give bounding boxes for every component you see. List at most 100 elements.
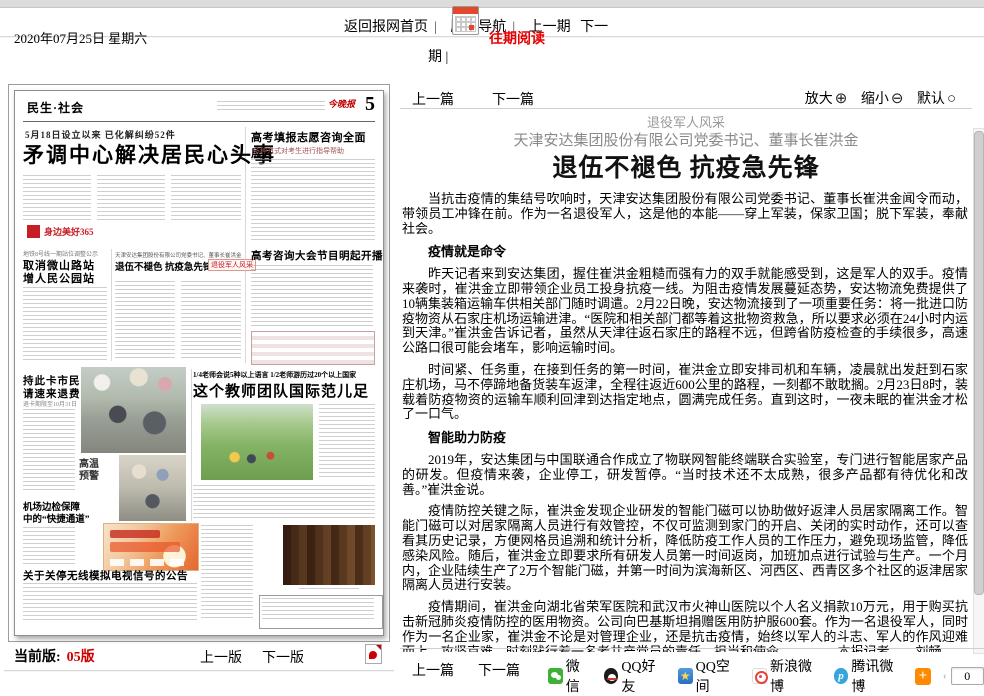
next-page-link[interactable]: 下一版 [262, 647, 304, 667]
current-page-label: 当前版:05版 [14, 646, 95, 666]
badge-red-square-icon [27, 225, 40, 238]
article-paragraph: 2019年，安达集团与中国联通合作成立了物联网智能终端联合实验室，专门进行智能居… [402, 453, 968, 497]
thumb-info-box [259, 595, 383, 629]
article-toolbar-divider [400, 108, 972, 109]
prev-article-link-bottom[interactable]: 上一篇 [412, 660, 454, 680]
home-link[interactable]: 返回报网首页 [344, 20, 428, 35]
article-paragraph: 时间紧、任务重，在接到任务的第一时间，崔洪金立即安排司机和车辆，凌晨就出发赶到石… [402, 363, 968, 422]
article-section-heading: 疫情就是命令 [402, 245, 968, 260]
epaper-screen: 2020年07月25日 星期六 返回报网首页| 版面导航| 上一期 下一 期 |… [0, 0, 984, 684]
thumb-text-block [23, 527, 75, 565]
article-body: 当抗击疫情的集结号吹响时，天津安达集团股份有限公司党委书记、董事长崔洪金闻令而动… [402, 192, 968, 652]
share-label: QQ好友 [621, 656, 666, 696]
thumb-a9-kicker: 1/4老师会说5种以上语言 1/2老师游历过20个以上国家 [193, 370, 377, 380]
share-sina-weibo-button[interactable]: 新浪微博 [752, 656, 821, 696]
zoom-default-icon[interactable]: ○ [947, 91, 956, 107]
bottom-bar-divider [400, 648, 984, 649]
ad-decoration [110, 530, 160, 538]
thumb-masthead-info [217, 101, 325, 110]
share-tencent-weibo-button[interactable]: p 腾讯微博 [834, 656, 903, 696]
zoom-default-button[interactable]: 默认○ [917, 92, 966, 107]
article-paragraph-with-byline: 疫情期间，崔洪金向湖北省荣军医院和武汉市火神山医院以个人名义捐款10万元，用于购… [402, 600, 968, 652]
thumb-text-block [251, 159, 375, 243]
thumb-badge-365: 身边美好365 [27, 225, 94, 238]
zoom-out-button[interactable]: 缩小⊖ [861, 92, 914, 107]
share-more-button[interactable]: + [915, 668, 931, 685]
newspaper-page-thumbnail[interactable]: 民生·社会 今晚报 5 5月18日设立以来 已化解纠纷52件 矛调中心解决居民心… [14, 90, 384, 636]
thumb-text-block [201, 525, 253, 621]
thumb-paper-name: 今晚报 [328, 97, 355, 110]
thumb-a4-subtitle: 天津安达集团股份有限公司党委书记、董事长崔洪金 [115, 251, 243, 259]
article-paragraph: 当抗击疫情的集结号吹响时，天津安达集团股份有限公司党委书记、董事长崔洪金闻令而动… [402, 192, 968, 236]
thumb-photo-bookshelf [283, 525, 375, 585]
next-article-link-bottom[interactable]: 下一篇 [478, 660, 520, 680]
ad-decoration [110, 542, 180, 552]
thumb-text-block [23, 583, 197, 623]
thumb-heat-warning-label: 高温 预警 [79, 459, 99, 483]
thumb-text-block [251, 265, 373, 327]
calendar-icon[interactable] [452, 6, 479, 35]
thumb-text-block [319, 404, 375, 480]
thumb-a3-title-2: 增人民公园站 [23, 270, 95, 286]
next-issue-link-wrapped[interactable]: 期 | [428, 46, 448, 66]
past-issues-link[interactable]: 往期阅读 [489, 28, 545, 48]
thumb-a7-title-2: 中的“快捷通道” [23, 511, 90, 525]
share-wechat-button[interactable]: 微信 [548, 656, 592, 696]
issue-date: 2020年07月25日 星期六 [14, 28, 147, 47]
thumb-text-block [97, 175, 165, 221]
thumb-section-title: 民生·社会 [27, 99, 84, 116]
share-bar: 微信 QQ好友 ★ QQ空间 新浪微博 p 腾讯微博 + ‹ 0 [548, 656, 984, 696]
column-rule [111, 249, 112, 361]
zoom-controls: 放大⊕ 缩小⊖ 默认○ [805, 88, 966, 108]
next-issue-link[interactable]: 下一 [580, 20, 608, 35]
thumb-photo-street-crowd [81, 367, 186, 453]
ad-decoration [110, 559, 190, 566]
tencent-weibo-icon: p [834, 668, 849, 684]
article-paragraph: 昨天记者来到安达集团，握住崔洪金粗糙而强有力的双手就能感受到，这是军人的双手。疫… [402, 267, 968, 356]
share-qzone-button[interactable]: ★ QQ空间 [678, 656, 740, 696]
column-rule [191, 369, 192, 521]
thumb-a4-tag: 退役军人风采 [208, 259, 256, 271]
article-scrollbar-thumb[interactable] [974, 131, 984, 595]
thumb-photo-grass-group [201, 404, 313, 480]
thumb-text-block [23, 287, 107, 361]
thumb-page-number: 5 [365, 93, 375, 116]
zoom-out-icon[interactable]: ⊖ [891, 91, 904, 107]
header-nav: 返回报网首页| 版面导航| 上一期 下一 [344, 16, 614, 36]
thumb-photo-caption [299, 588, 359, 592]
thumb-advertisement [103, 523, 199, 571]
thumb-text-block [193, 485, 375, 519]
qq-penguin-icon [604, 668, 619, 684]
next-article-link-top[interactable]: 下一篇 [492, 89, 534, 109]
thumb-text-block [181, 281, 241, 359]
zoom-in-icon[interactable]: ⊕ [835, 91, 848, 107]
sina-weibo-icon [752, 668, 767, 684]
thumb-text-block [23, 175, 91, 221]
zoom-in-button[interactable]: 放大⊕ [805, 92, 858, 107]
thumb-a10-title: 关于关停无线模拟电视信号的公告 [23, 568, 188, 583]
article-title: 退伍不褪色 抗疫急先锋 [400, 148, 972, 184]
page-thumbnail-frame: 民生·社会 今晚报 5 5月18日设立以来 已化解纠纷52件 矛调中心解决居民心… [8, 84, 390, 642]
thumb-a2-subtitle: 多种方式对考生进行指导帮助 [253, 146, 344, 156]
share-label: QQ空间 [696, 656, 741, 696]
top-gray-strip [0, 0, 984, 8]
share-count-badge: 0 [951, 667, 984, 685]
pdf-icon[interactable] [365, 644, 382, 664]
thumb-a9-title: 这个教师团队国际范儿足 [193, 380, 369, 401]
article-scrollbar-track[interactable] [973, 128, 984, 654]
share-qq-friends-button[interactable]: QQ好友 [604, 656, 666, 696]
thumb-a5-title: 高考咨询大会节目明起开播 [251, 248, 383, 263]
badge-label: 身边美好365 [44, 225, 94, 238]
thumb-a4-title[interactable]: 退伍不褪色 抗疫急先锋 [115, 259, 212, 273]
prev-page-link[interactable]: 上一版 [200, 647, 242, 667]
thumb-text-block [262, 598, 374, 620]
article-subtitle: 天津安达集团股份有限公司党委书记、董事长崔洪金 [400, 129, 972, 150]
thumb-a1-title: 矛调中心解决居民心头事 [23, 139, 276, 169]
share-count-notch: ‹ [943, 670, 947, 682]
article-section-heading: 智能助力防疫 [402, 431, 968, 446]
prev-article-link-top[interactable]: 上一篇 [412, 89, 454, 109]
left-footer-divider [4, 670, 394, 672]
wechat-icon [548, 668, 563, 684]
thumb-a6-note: 退卡期限至10月31日 [23, 399, 77, 408]
thumb-text-block [171, 175, 241, 221]
